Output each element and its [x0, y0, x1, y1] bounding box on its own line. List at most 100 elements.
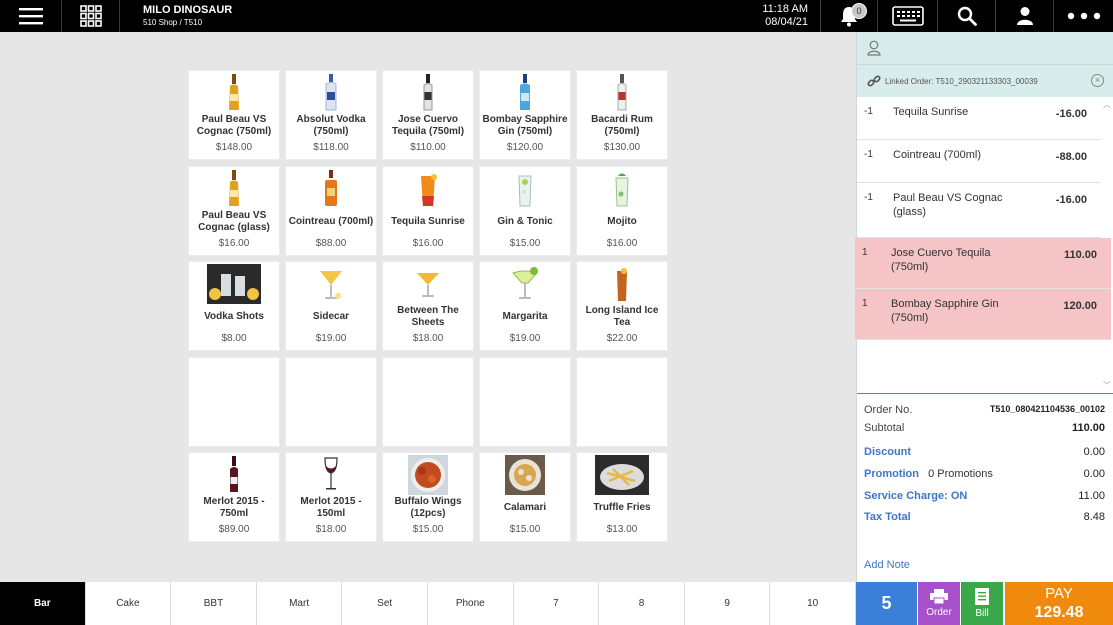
- glass-margarita-icon: [480, 264, 570, 304]
- product-tile[interactable]: Gin & Tonic $15.00: [479, 165, 571, 256]
- subtotal-value: 110.00: [1071, 422, 1105, 434]
- product-tile[interactable]: Buffalo Wings (12pcs) $15.00: [382, 452, 474, 542]
- glass-mojito-icon: [577, 169, 667, 209]
- product-tile[interactable]: Tequila Sunrise $16.00: [382, 165, 474, 256]
- product-price: $16.00: [606, 237, 638, 249]
- category-tab[interactable]: Set: [342, 582, 428, 625]
- product-price: $89.00: [218, 524, 250, 535]
- shop-name: MILO DINOSAUR: [143, 4, 233, 16]
- order-item[interactable]: -1 Paul Beau VS Cognac (glass) -16.00: [857, 183, 1101, 238]
- product-tile[interactable]: Truffle Fries $13.00: [576, 452, 668, 542]
- category-tab[interactable]: Bar: [0, 582, 86, 625]
- product-name: Truffle Fries: [593, 502, 651, 513]
- product-tile[interactable]: Margarita $19.00: [479, 261, 571, 351]
- product-price: $88.00: [315, 237, 347, 249]
- order-item-qty: 1: [862, 247, 868, 258]
- order-item-name: Jose Cuervo Tequila (750ml): [891, 247, 991, 273]
- service-charge-row[interactable]: Service Charge: ON 11.00: [864, 490, 1105, 502]
- product-tile[interactable]: Jose Cuervo Tequila (750ml) $110.00: [382, 70, 474, 160]
- product-name: Paul Beau VS Cognac (750ml): [196, 114, 272, 137]
- order-item-price: -16.00: [1055, 194, 1087, 206]
- order-item[interactable]: -1 Cointreau (700ml) -88.00: [857, 140, 1101, 183]
- add-note-link[interactable]: Add Note: [864, 559, 910, 571]
- category-tab[interactable]: 9: [685, 582, 771, 625]
- menu-button[interactable]: [0, 0, 62, 32]
- discount-row[interactable]: Discount 0.00: [864, 446, 1105, 458]
- order-item[interactable]: -1 Tequila Sunrise -16.00: [857, 97, 1101, 140]
- service-charge-value: 11.00: [1078, 490, 1105, 502]
- grid-icon: [79, 5, 102, 27]
- glass-sheets-icon: [383, 264, 473, 304]
- discount-value: 0.00: [1083, 446, 1105, 458]
- customer-bar[interactable]: [857, 32, 1113, 65]
- keyboard-button[interactable]: [878, 0, 938, 32]
- more-button[interactable]: [1054, 0, 1113, 32]
- more-icon: [1067, 12, 1100, 20]
- scroll-down-icon[interactable]: ﹀: [1103, 380, 1111, 391]
- product-tile[interactable]: Mojito $16.00: [576, 165, 668, 256]
- order-no-label: Order No.: [864, 404, 913, 416]
- search-button[interactable]: [938, 0, 996, 32]
- product-tile[interactable]: Absolut Vodka (750ml) $118.00: [285, 70, 377, 160]
- order-item[interactable]: 1 Bombay Sapphire Gin (750ml) 120.00: [855, 289, 1111, 340]
- product-tile[interactable]: Vodka Shots $8.00: [188, 261, 280, 351]
- bill-label: Bill: [975, 608, 989, 619]
- service-charge-label[interactable]: Service Charge: ON: [864, 490, 967, 502]
- pay-button[interactable]: PAY 129.48: [1005, 582, 1113, 625]
- order-item[interactable]: 1 Jose Cuervo Tequila (750ml) 110.00: [855, 238, 1111, 289]
- product-price: $16.00: [412, 237, 444, 249]
- tax-label[interactable]: Tax Total: [864, 511, 911, 523]
- bottle-gold-icon: [189, 169, 279, 209]
- photo-fries-icon: [577, 455, 667, 495]
- product-price: $22.00: [606, 333, 638, 344]
- promotion-label[interactable]: Promotion: [864, 468, 919, 480]
- order-item-price: -16.00: [1055, 108, 1087, 120]
- notifications-button[interactable]: 0: [820, 0, 878, 32]
- product-name: Merlot 2015 - 150ml: [300, 496, 362, 519]
- product-tile[interactable]: Merlot 2015 - 150ml $18.00: [285, 452, 377, 542]
- product-price: $130.00: [603, 142, 641, 153]
- product-tile[interactable]: Between The Sheets $18.00: [382, 261, 474, 351]
- apps-grid-button[interactable]: [62, 0, 120, 32]
- order-item-price: 120.00: [1063, 300, 1097, 312]
- bottle-orange-icon: [286, 169, 376, 209]
- user-button[interactable]: [996, 0, 1054, 32]
- product-tile[interactable]: Long Island Ice Tea $22.00: [576, 261, 668, 351]
- printer-icon: [930, 589, 948, 605]
- order-item-list[interactable]: ︿ ﹀ -1 Tequila Sunrise -16.00 -1 Cointreau (…: [855, 97, 1113, 393]
- category-tab[interactable]: Mart: [257, 582, 343, 625]
- receipt-icon: [975, 588, 989, 605]
- discount-label[interactable]: Discount: [864, 446, 911, 458]
- product-name: Paul Beau VS Cognac (glass): [198, 209, 270, 233]
- close-icon[interactable]: ×: [1091, 74, 1104, 87]
- category-tab[interactable]: Cake: [86, 582, 172, 625]
- product-tile[interactable]: Paul Beau VS Cognac (750ml) $148.00: [188, 70, 280, 160]
- promotion-row[interactable]: Promotion 0 Promotions 0.00: [864, 468, 1105, 480]
- order-button[interactable]: Order: [918, 582, 960, 625]
- item-count-button[interactable]: 5: [856, 582, 917, 625]
- product-name: Bacardi Rum (750ml): [591, 114, 653, 137]
- order-item-qty: -1: [864, 149, 873, 160]
- product-name: Buffalo Wings (12pcs): [394, 496, 462, 519]
- tax-row[interactable]: Tax Total 8.48: [864, 511, 1105, 523]
- product-tile[interactable]: Paul Beau VS Cognac (glass) $16.00: [188, 165, 280, 256]
- product-name: Gin & Tonic: [497, 215, 553, 227]
- empty-product-slot: [479, 356, 571, 447]
- category-tab[interactable]: 7: [514, 582, 600, 625]
- product-tile[interactable]: Calamari $15.00: [479, 452, 571, 542]
- product-tile[interactable]: Sidecar $19.00: [285, 261, 377, 351]
- product-tile[interactable]: Merlot 2015 - 750ml $89.00: [188, 452, 280, 542]
- product-price: $13.00: [606, 524, 638, 535]
- product-name: Tequila Sunrise: [391, 215, 465, 227]
- category-tab[interactable]: BBT: [171, 582, 257, 625]
- bill-button[interactable]: Bill: [961, 582, 1003, 625]
- product-tile[interactable]: Bacardi Rum (750ml) $130.00: [576, 70, 668, 160]
- product-tile[interactable]: Bombay Sapphire Gin (750ml) $120.00: [479, 70, 571, 160]
- category-tab[interactable]: 8: [599, 582, 685, 625]
- scroll-up-icon[interactable]: ︿: [1103, 99, 1111, 110]
- category-tab[interactable]: 10: [770, 582, 856, 625]
- product-tile[interactable]: Cointreau (700ml) $88.00: [285, 165, 377, 256]
- search-icon: [957, 6, 977, 26]
- product-name: Calamari: [503, 502, 547, 513]
- category-tab[interactable]: Phone: [428, 582, 514, 625]
